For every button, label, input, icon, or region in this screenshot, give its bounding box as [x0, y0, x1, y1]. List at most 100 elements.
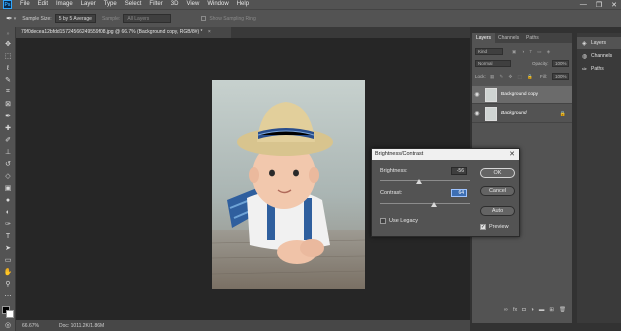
eyedropper-icon[interactable]: ✒	[6, 14, 13, 23]
rectangle-tool-icon[interactable]: ▭	[3, 256, 13, 264]
preview-label: Preview	[489, 224, 509, 230]
menu-help[interactable]: Help	[237, 0, 249, 9]
hand-tool-icon[interactable]: ✋	[3, 268, 13, 276]
collapse-icon[interactable]: »	[3, 30, 13, 38]
pen-tool-icon[interactable]: ✑	[3, 220, 13, 228]
menu-type[interactable]: Type	[104, 0, 117, 9]
minimize-icon[interactable]: —	[580, 1, 587, 8]
blur-tool-icon[interactable]: ●	[3, 196, 13, 204]
filter-icons[interactable]: ▣ ◑ T ▭ ◈	[512, 49, 552, 55]
layers-footer: ∞ fx ◘ ◑ ▬ ⊞ 🗑	[472, 305, 572, 315]
path-selection-tool-icon[interactable]: ➤	[3, 244, 13, 252]
quick-select-tool-icon[interactable]: ✎	[3, 76, 13, 84]
dock-channels[interactable]: ◍ Channels	[577, 50, 621, 62]
document-size-info: Doc: 1011.2K/1.86M	[58, 322, 105, 329]
fx-icon[interactable]: fx	[513, 307, 517, 313]
restore-icon[interactable]: ❐	[596, 1, 602, 9]
brightness-label: Brightness:	[380, 168, 408, 174]
sample-size-select[interactable]: 5 by 5 Average	[54, 14, 96, 23]
history-brush-tool-icon[interactable]: ↺	[3, 160, 13, 168]
more-tools-icon[interactable]: ⋯	[3, 292, 13, 300]
layer-thumbnail	[485, 106, 497, 121]
brush-tool-icon[interactable]: ✐	[3, 136, 13, 144]
layers-icon: ◈	[582, 40, 587, 47]
preview-checkbox[interactable]: ✓	[480, 224, 486, 230]
menu-3d[interactable]: 3D	[171, 0, 179, 9]
contrast-input[interactable]: 64	[451, 189, 467, 197]
menu-edit[interactable]: Edit	[38, 0, 48, 9]
fill-input[interactable]: 100%	[552, 73, 569, 80]
contrast-slider-handle[interactable]	[431, 202, 437, 207]
dodge-tool-icon[interactable]: ◐	[3, 208, 13, 216]
options-bar: ✒ ▾ Sample Size: 5 by 5 Average Sample: …	[0, 9, 621, 27]
folder-icon[interactable]: ▬	[539, 307, 545, 313]
clone-stamp-tool-icon[interactable]: ⊥	[3, 148, 13, 156]
frame-tool-icon[interactable]: ⊠	[3, 100, 13, 108]
link-icon[interactable]: ∞	[504, 307, 508, 313]
ok-button[interactable]: OK	[480, 168, 515, 178]
dock-layers[interactable]: ◈ Layers	[577, 37, 621, 49]
menu-file[interactable]: File	[20, 0, 30, 9]
layer-row-background[interactable]: ◉ Background 🔒	[472, 105, 572, 123]
zoom-tool-icon[interactable]: ⚲	[3, 280, 13, 288]
dock-paths[interactable]: ✑ Paths	[577, 63, 621, 75]
contrast-slider-track[interactable]	[380, 203, 470, 204]
visibility-eye-icon[interactable]: ◉	[472, 91, 482, 98]
menu-layer[interactable]: Layer	[81, 0, 96, 9]
crop-tool-icon[interactable]: ⌗	[3, 88, 13, 96]
tab-channels[interactable]: Channels	[494, 33, 523, 43]
dialog-title-bar[interactable]: Brightness/Contrast ✕	[372, 149, 519, 160]
marquee-tool-icon[interactable]: ⬚	[3, 52, 13, 60]
brightness-input[interactable]: -56	[451, 167, 467, 175]
filter-kind-label: Kind	[478, 49, 488, 54]
use-legacy-checkbox[interactable]	[380, 218, 386, 224]
layer-kind-filter[interactable]: Kind	[475, 48, 503, 55]
visibility-eye-icon[interactable]: ◉	[472, 110, 482, 117]
eraser-tool-icon[interactable]: ◇	[3, 172, 13, 180]
new-layer-icon[interactable]: ⊞	[549, 307, 554, 313]
brightness-slider-track[interactable]	[380, 180, 470, 181]
tab-layers[interactable]: Layers	[472, 33, 496, 43]
fill-label: Fill:	[540, 74, 547, 79]
document-tab[interactable]: 79f0decea12bfdd15724566249559f08.jpg @ 6…	[16, 27, 231, 38]
mask-icon[interactable]: ◘	[522, 307, 525, 313]
contrast-label: Contrast:	[380, 190, 403, 196]
menu-image[interactable]: Image	[56, 0, 73, 9]
adjustment-icon[interactable]: ◑	[531, 307, 534, 313]
type-tool-icon[interactable]: T	[3, 232, 13, 240]
brightness-slider-handle[interactable]	[415, 179, 422, 184]
photoshop-window: Ps File Edit Image Layer Type Select Fil…	[0, 0, 621, 331]
close-icon[interactable]: ✕	[509, 149, 515, 160]
blend-mode-select[interactable]: Normal	[475, 60, 511, 67]
document-image[interactable]	[212, 80, 365, 289]
auto-button[interactable]: Auto	[480, 206, 515, 216]
eyedropper-tool-icon[interactable]: ✒	[3, 112, 13, 120]
menu-view[interactable]: View	[186, 0, 199, 9]
lasso-tool-icon[interactable]: ℓ	[3, 64, 13, 72]
menu-bar: Ps File Edit Image Layer Type Select Fil…	[0, 0, 621, 9]
lock-icons[interactable]: ▦ ✎ ✥ ⬚ 🔒	[490, 74, 535, 80]
zoom-level[interactable]: 66.67%	[22, 323, 39, 329]
tab-paths[interactable]: Paths	[522, 33, 543, 43]
sample-select[interactable]: All Layers	[123, 14, 172, 23]
collapsed-panel-dock: ◈ Layers ◍ Channels ✑ Paths	[577, 33, 621, 323]
chevron-down-icon[interactable]: ▾	[14, 16, 17, 22]
layer-row-background-copy[interactable]: ◉ Background copy	[472, 86, 572, 104]
paths-icon: ✑	[582, 66, 588, 73]
move-tool-icon[interactable]: ✥	[3, 40, 13, 48]
cancel-button[interactable]: Cancel	[480, 186, 515, 196]
layer-name[interactable]: Background copy	[501, 92, 538, 97]
background-color-swatch[interactable]	[6, 310, 14, 318]
close-tab-icon[interactable]: ×	[208, 29, 211, 35]
quick-mask-icon[interactable]: ◎	[3, 321, 13, 329]
menu-window[interactable]: Window	[207, 0, 228, 9]
healing-brush-tool-icon[interactable]: ✚	[3, 124, 13, 132]
menu-select[interactable]: Select	[125, 0, 142, 9]
opacity-input[interactable]: 100%	[552, 60, 569, 67]
gradient-tool-icon[interactable]: ▣	[3, 184, 13, 192]
menu-filter[interactable]: Filter	[149, 0, 162, 9]
layer-name[interactable]: Background	[501, 111, 527, 116]
show-sampling-ring-checkbox[interactable]	[201, 16, 207, 21]
close-icon[interactable]: ✕	[611, 1, 617, 9]
trash-icon[interactable]: 🗑	[559, 307, 566, 313]
